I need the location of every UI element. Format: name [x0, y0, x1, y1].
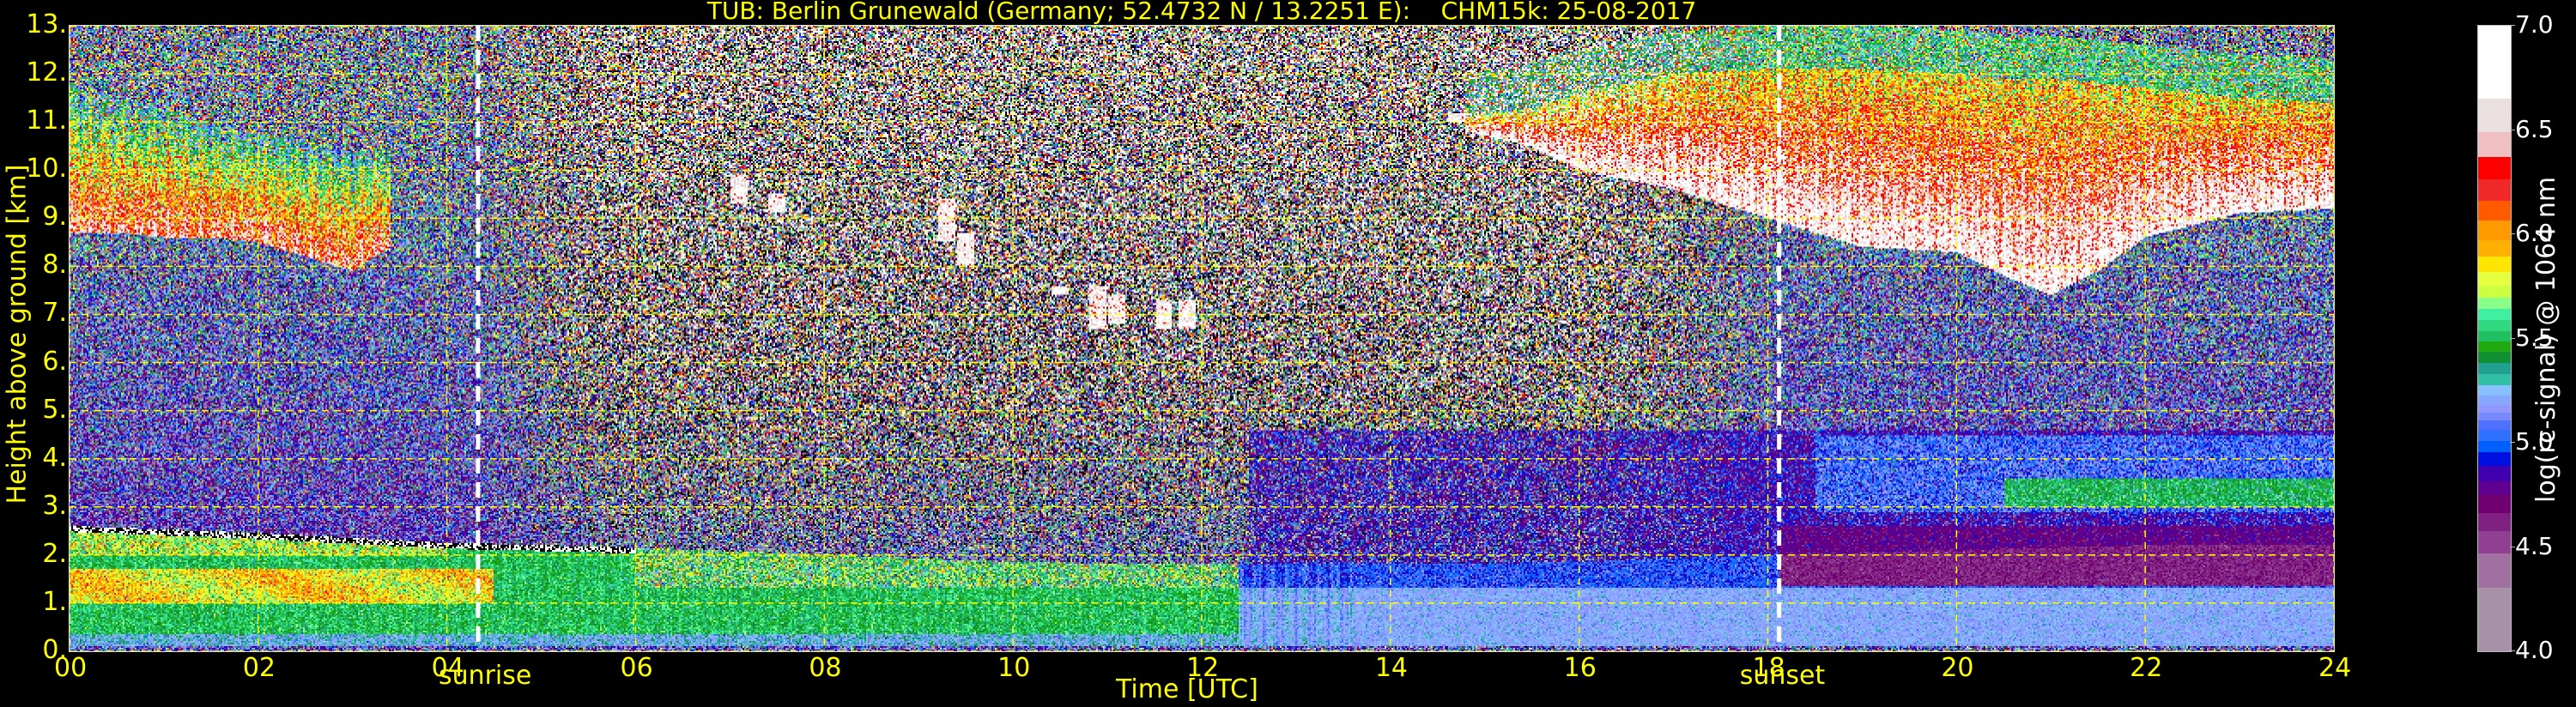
colorbar-band: [2478, 451, 2511, 466]
y-tick-label: 1.: [42, 586, 67, 617]
colorbar-band: [2478, 494, 2511, 513]
colorbar-tick-label: 4.5: [2515, 531, 2554, 560]
colorbar-band: [2478, 297, 2511, 310]
colorbar-band: [2478, 200, 2511, 221]
colorbar: [2477, 25, 2512, 652]
x-tick-label: 00: [54, 653, 88, 683]
colorbar-band: [2478, 553, 2511, 588]
y-tick-label: 13.: [26, 9, 67, 39]
colorbar-band: [2478, 373, 2511, 385]
y-tick-label: 4.: [42, 442, 67, 473]
y-tick-label: 9.: [42, 202, 67, 233]
colorbar-tick-label: 7.0: [2515, 10, 2554, 39]
colorbar-band: [2478, 440, 2511, 452]
colorbar-tick-label: 6.5: [2515, 114, 2554, 143]
colorbar-band: [2478, 404, 2511, 413]
sunset-label: sunset: [1739, 661, 1826, 691]
y-axis-label: Height above ground [km]: [2, 164, 33, 505]
colorbar-band: [2478, 587, 2511, 652]
y-tick-label: 8.: [42, 250, 67, 281]
colorbar-label: log(rc-signal) @ 1064 nm: [2531, 176, 2561, 503]
colorbar-band: [2478, 480, 2511, 495]
x-tick-label: 14: [1374, 653, 1409, 683]
colorbar-band: [2478, 429, 2511, 441]
colorbar-band: [2478, 412, 2511, 420]
colorbar-band: [2478, 178, 2511, 202]
x-tick-label: 24: [2318, 653, 2352, 683]
x-axis-label: Time [UTC]: [1116, 674, 1258, 704]
colorbar-band: [2478, 341, 2511, 353]
plot-area: [70, 26, 2334, 651]
colorbar-band: [2478, 512, 2511, 532]
y-tick-label: 11.: [26, 106, 67, 136]
colorbar-band: [2478, 285, 2511, 299]
colorbar-band: [2478, 530, 2511, 554]
x-tick-label: 20: [1941, 653, 1974, 683]
colorbar-band: [2478, 26, 2511, 99]
colorbar-band: [2478, 330, 2511, 342]
y-tick-label: 3.: [42, 490, 67, 521]
colorbar-band: [2478, 395, 2511, 405]
colorbar-band: [2478, 239, 2511, 257]
x-tick-label: 06: [620, 653, 653, 683]
colorbar-band: [2478, 362, 2511, 374]
colorbar-band: [2478, 98, 2511, 133]
colorbar-band: [2478, 465, 2511, 482]
colorbar-band: [2478, 131, 2511, 157]
x-tick-label: 16: [1563, 653, 1597, 683]
y-tick-label: 2.: [42, 538, 67, 569]
colorbar-band: [2478, 256, 2511, 272]
x-tick-label: 22: [2130, 653, 2163, 683]
x-tick-label: 10: [997, 653, 1031, 683]
y-tick-label: 7.: [42, 298, 67, 329]
x-tick-label: 08: [809, 653, 842, 683]
colorbar-band: [2478, 420, 2511, 430]
chart-title: TUB: Berlin Grunewald (Germany; 52.4732 …: [706, 0, 1697, 25]
colorbar-band: [2478, 351, 2511, 364]
colorbar-band: [2478, 319, 2511, 332]
y-tick-label: 5.: [42, 394, 67, 425]
colorbar-band: [2478, 384, 2511, 396]
y-tick-label: 6.: [42, 346, 67, 377]
x-tick-label: 02: [242, 653, 276, 683]
colorbar-tick-label: 4.0: [2515, 636, 2554, 664]
y-tick-label: 12.: [26, 57, 67, 88]
colorbar-band: [2478, 271, 2511, 286]
colorbar-band: [2478, 156, 2511, 180]
colorbar-band: [2478, 308, 2511, 321]
grid-overlay: [70, 26, 2334, 651]
sunrise-label: sunrise: [438, 661, 532, 691]
colorbar-band: [2478, 220, 2511, 241]
